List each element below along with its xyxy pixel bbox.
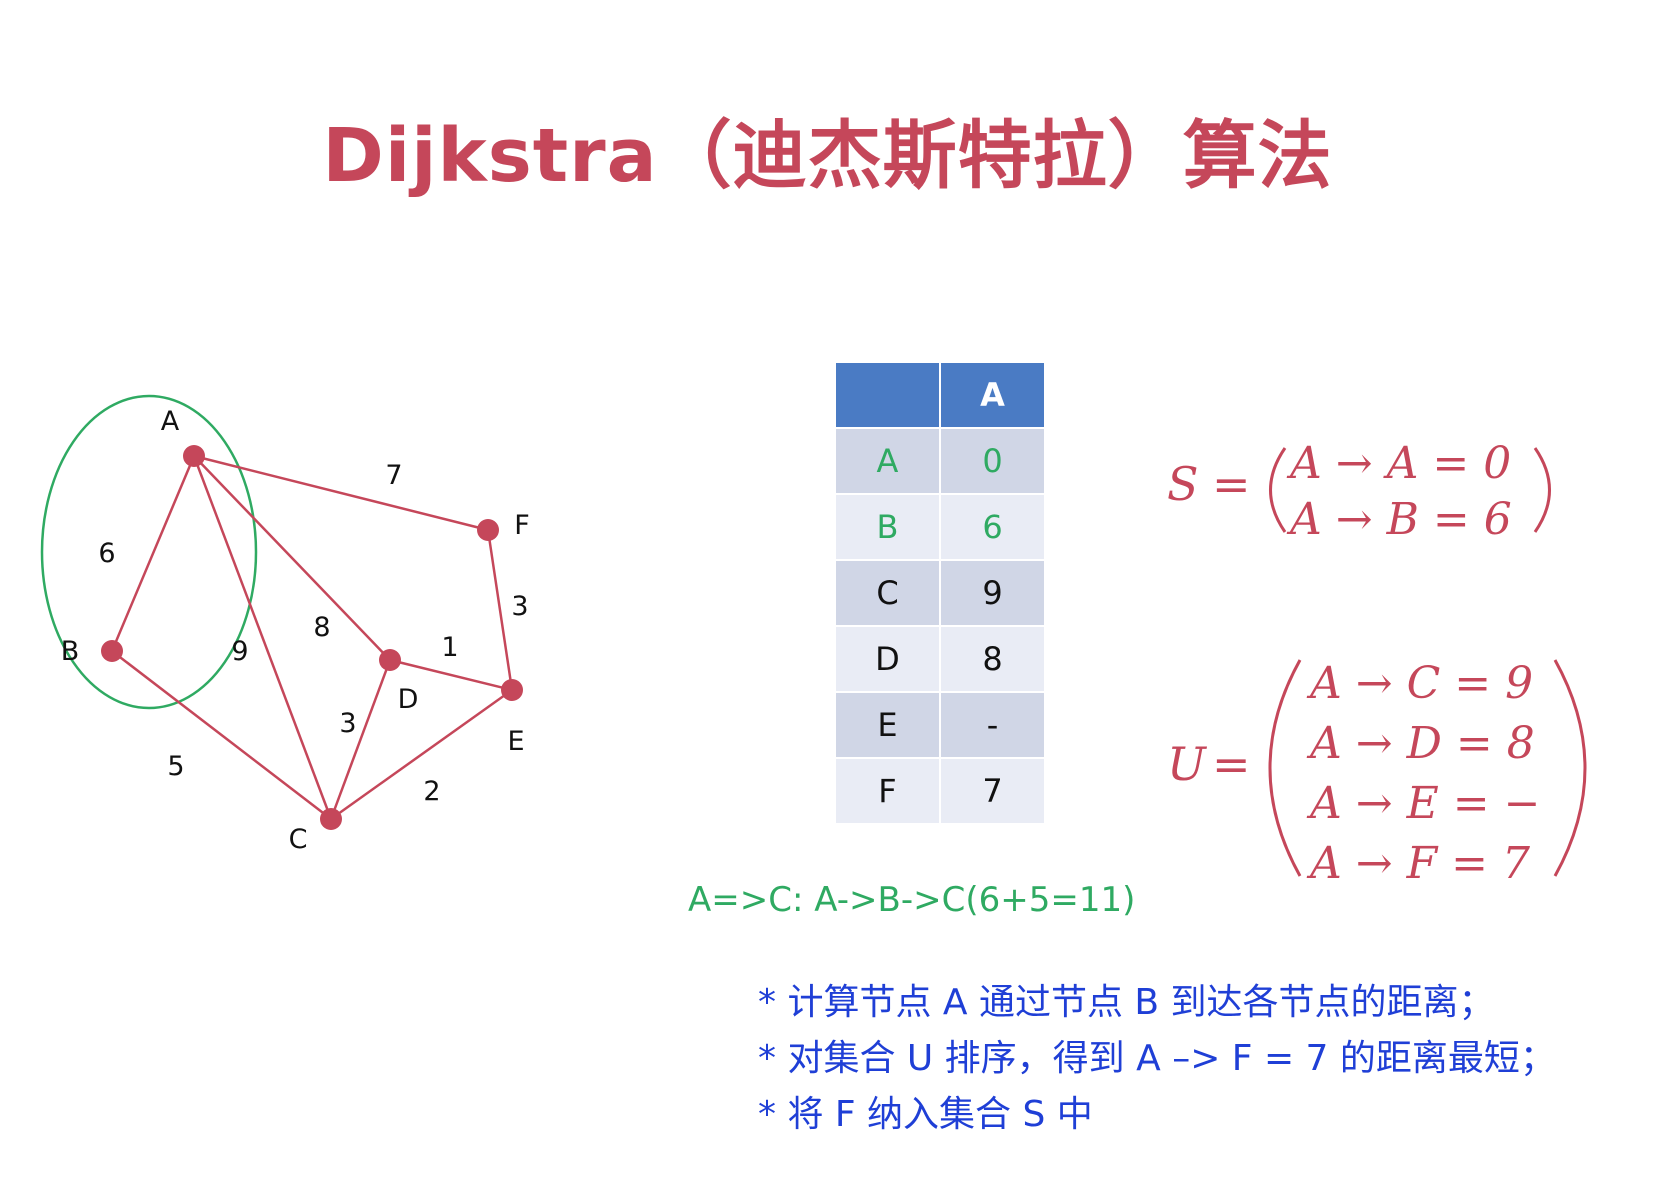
graph-edge-c-d xyxy=(329,659,392,820)
table-distance-cell: 8 xyxy=(939,625,1046,693)
table-distance-cell: 0 xyxy=(939,427,1046,495)
graph-edge-a-d xyxy=(193,455,391,661)
node-label: B xyxy=(61,636,80,667)
set-u-right-paren xyxy=(1553,659,1587,877)
graph-edge-a-c xyxy=(192,455,333,820)
graph-node-e xyxy=(501,679,523,701)
table-node-cell: E xyxy=(834,691,941,759)
set-s-equals: = xyxy=(1212,457,1251,511)
table-node-cell: A xyxy=(834,427,941,495)
edge-weight-label: 3 xyxy=(339,708,356,739)
table-header-cell xyxy=(834,361,941,429)
table-row: A0 xyxy=(834,427,1046,495)
table-header-row: A xyxy=(834,361,1046,429)
graph-edge-a-b xyxy=(110,455,196,652)
table-node-cell: B xyxy=(834,493,941,561)
edge-weight-label: 6 xyxy=(98,538,115,569)
node-label: E xyxy=(507,726,524,757)
node-label: A xyxy=(161,406,180,437)
edge-weight-label: 3 xyxy=(511,591,528,622)
table-distance-cell: 9 xyxy=(939,559,1046,627)
table-node-cell: C xyxy=(834,559,941,627)
set-u-entry: A → F = 7 xyxy=(1306,838,1530,889)
table-node-cell: F xyxy=(834,757,941,825)
set-u-entry: A → E = − xyxy=(1306,778,1540,829)
path-note: A=>C: A->B->C(6+5=11) xyxy=(688,880,1136,920)
distance-table: A A0B6C9D8E-F7 xyxy=(834,361,1046,825)
graph-edge-a-f xyxy=(193,454,489,532)
set-s-name: S xyxy=(1167,457,1199,511)
node-label: D xyxy=(398,684,419,715)
note-line: * 对集合 U 排序，得到 A –> F = 7 的距离最短； xyxy=(758,1038,1556,1079)
graph-node-c xyxy=(320,808,342,830)
table-distance-cell: - xyxy=(939,691,1046,759)
graph-node-b xyxy=(101,640,123,662)
set-s-entry: A → A = 0 xyxy=(1286,438,1511,489)
note-line: * 将 F 纳入集合 S 中 xyxy=(758,1094,1093,1135)
edge-weight-label: 8 xyxy=(313,612,330,643)
table-header-cell: A xyxy=(939,361,1046,429)
graph-node-f xyxy=(477,519,499,541)
set-u-equals: = xyxy=(1212,737,1251,791)
table-node-cell: D xyxy=(834,625,941,693)
node-label: C xyxy=(289,824,308,855)
set-u-entry: A → C = 9 xyxy=(1306,658,1533,709)
table-distance-cell: 7 xyxy=(939,757,1046,825)
set-u-entry: A → D = 8 xyxy=(1306,718,1535,769)
set-s-left-paren xyxy=(1269,447,1287,533)
graph-edge-f-e xyxy=(486,529,514,691)
table-row: B6 xyxy=(834,493,1046,561)
graph-node-a xyxy=(183,445,205,467)
table-row: F7 xyxy=(834,757,1046,825)
set-s-entry: A → B = 6 xyxy=(1286,494,1512,545)
table-row: C9 xyxy=(834,559,1046,627)
notes-list: * 计算节点 A 通过节点 B 到达各节点的距离； * 对集合 U 排序，得到 … xyxy=(758,975,1556,1143)
set-u-left-paren xyxy=(1268,659,1302,877)
table-distance-cell: 6 xyxy=(939,493,1046,561)
set-s-formula: S = A → A = 0 A → B = 6 xyxy=(1167,438,1551,545)
set-u-formula: U = A → C = 9 A → D = 8 A → E = − A → F … xyxy=(1167,658,1587,889)
node-label: F xyxy=(514,510,530,541)
set-u-name: U xyxy=(1167,737,1208,791)
graph-diagram: 6 9 8 7 5 3 2 1 3 A B C D E F xyxy=(40,394,530,855)
edge-weight-label: 1 xyxy=(441,632,458,663)
edge-weight-label: 7 xyxy=(385,460,402,491)
edge-weight-label: 9 xyxy=(231,636,248,667)
note-line: * 计算节点 A 通过节点 B 到达各节点的距离； xyxy=(758,982,1495,1023)
set-s-right-paren xyxy=(1533,447,1551,533)
table-row: E- xyxy=(834,691,1046,759)
edge-weight-label: 2 xyxy=(423,776,440,807)
graph-edge-c-e xyxy=(330,688,513,821)
table-row: D8 xyxy=(834,625,1046,693)
edge-weight-label: 5 xyxy=(167,751,184,782)
graph-node-d xyxy=(379,649,401,671)
